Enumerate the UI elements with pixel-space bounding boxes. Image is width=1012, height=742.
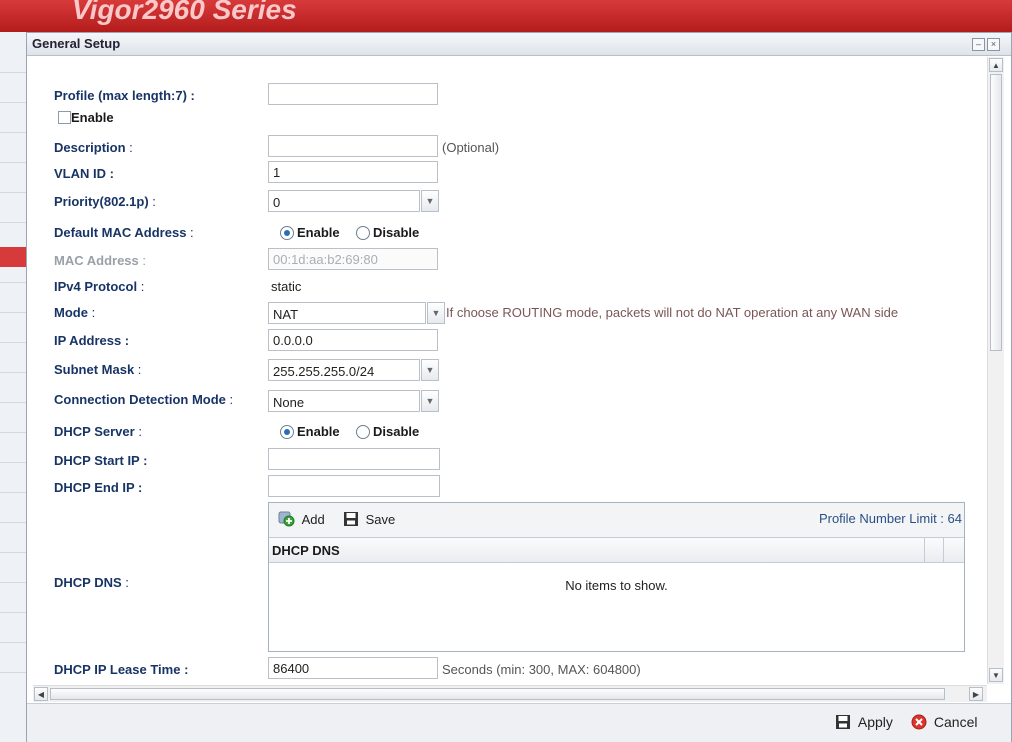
scroll-up-button[interactable]: ▲ [989,58,1003,72]
ipv4-protocol-value: static [271,279,302,294]
scroll-right-button[interactable]: ▶ [969,687,983,701]
save-button[interactable]: Save [343,511,395,527]
grid-empty-text: No items to show. [565,578,668,593]
cancel-label: Cancel [933,714,978,730]
enable-label: Enable [71,110,114,125]
connection-detection-select[interactable]: None ▼ [268,390,439,412]
vlan-id-input[interactable] [268,161,438,183]
app-sidebar [0,32,26,742]
default-mac-disable-radio[interactable] [356,226,370,240]
chevron-down-icon[interactable]: ▼ [421,390,439,412]
mac-address-input [268,248,438,270]
subnet-mask-select[interactable]: 255.255.255.0/24 ▼ [268,359,439,381]
save-icon [836,715,850,729]
mode-select[interactable]: NAT ▼ [268,302,445,324]
priority-label: Priority(802.1p) : [54,194,156,209]
dhcp-dns-label: DHCP DNS : [54,575,129,590]
description-hint: (Optional) [442,140,500,155]
default-mac-label: Default MAC Address : [54,225,194,240]
dhcp-end-ip-label: DHCP End IP : [54,480,143,495]
grid-header-spacer [943,538,962,562]
horizontal-scrollbar[interactable]: ◀ ▶ [33,685,987,702]
default-mac-enable-label: Enable [297,225,340,240]
dhcp-server-disable-radio[interactable] [356,425,370,439]
dhcp-end-ip-input[interactable] [268,475,440,497]
priority-value: 0 [273,195,281,210]
horizontal-scroll-thumb[interactable] [50,688,945,700]
default-mac-enable-radio[interactable] [280,226,294,240]
add-button[interactable]: Add [278,511,325,527]
chevron-down-icon[interactable]: ▼ [421,359,439,381]
profile-input[interactable] [268,83,438,105]
mode-value: NAT [273,307,299,322]
grid-header-spacer [924,538,943,562]
close-button[interactable]: × [987,38,1000,51]
priority-select[interactable]: 0 ▼ [268,190,439,212]
dhcp-server-disable-label: Disable [373,424,420,439]
description-label: Description : [54,140,133,155]
scroll-left-button[interactable]: ◀ [34,687,48,701]
dialog-titlebar: General Setup – × [27,33,1011,56]
add-label: Add [301,512,325,527]
dhcp-dns-grid: Add Save Profile Number Limit : 64 DHCP … [268,502,965,652]
chevron-down-icon[interactable]: ▼ [421,190,439,212]
ip-address-input[interactable] [268,329,438,351]
apply-button[interactable]: Apply [835,714,893,730]
default-mac-disable-label: Disable [373,225,420,240]
dhcp-server-label: DHCP Server : [54,424,142,439]
chevron-down-icon[interactable]: ▼ [427,302,445,324]
save-label: Save [365,512,396,527]
profile-limit-text: Profile Number Limit : 64 [818,511,962,526]
profile-label: Profile (max length:7) : [54,88,195,103]
mode-hint: If choose ROUTING mode, packets will not… [446,305,899,320]
dhcp-server-enable-radio[interactable] [280,425,294,439]
connection-detection-value: None [273,395,305,410]
add-icon [278,511,295,527]
dhcp-server-enable-label: Enable [297,424,340,439]
cancel-icon [911,714,927,730]
dialog-content: Profile (max length:7) : Enable Descript… [33,57,987,684]
connection-detection-label: Connection Detection Mode : [54,392,234,407]
grid-toolbar: Add Save Profile Number Limit : 64 [269,503,964,538]
dhcp-dns-column-header[interactable]: DHCP DNS [272,543,340,558]
ip-address-label: IP Address : [54,333,130,348]
subnet-mask-value: 255.255.255.0/24 [273,364,375,379]
description-input[interactable] [268,135,438,157]
general-setup-dialog: General Setup – × Profile (max length:7)… [26,32,1012,742]
vertical-scroll-thumb[interactable] [990,74,1002,351]
sidebar-active-item [0,247,26,267]
dhcp-start-ip-input[interactable] [268,448,440,470]
vlan-id-label: VLAN ID : [54,166,114,181]
dialog-title: General Setup [32,36,121,51]
lease-time-input[interactable] [268,657,438,679]
subnet-mask-label: Subnet Mask : [54,362,142,377]
vertical-scrollbar[interactable]: ▲ ▼ [987,57,1004,684]
lease-time-hint: Seconds (min: 300, MAX: 604800) [442,662,641,677]
minimize-button[interactable]: – [972,38,985,51]
app-header: Vigor2960 Series [0,0,1012,32]
lease-time-label: DHCP IP Lease Time : [54,662,189,677]
mac-address-label: MAC Address : [54,253,146,268]
dhcp-start-ip-label: DHCP Start IP : [54,453,148,468]
cancel-button[interactable]: Cancel [911,714,977,730]
ipv4-protocol-label: IPv4 Protocol : [54,279,145,294]
grid-header: DHCP DNS [269,538,964,563]
save-icon [344,512,358,526]
scroll-down-button[interactable]: ▼ [989,668,1003,682]
mode-label: Mode : [54,305,96,320]
apply-label: Apply [857,714,893,730]
enable-checkbox[interactable] [58,111,71,124]
dialog-footer: Apply Cancel [27,703,1011,742]
brand-logo: Vigor2960 Series [72,0,297,25]
